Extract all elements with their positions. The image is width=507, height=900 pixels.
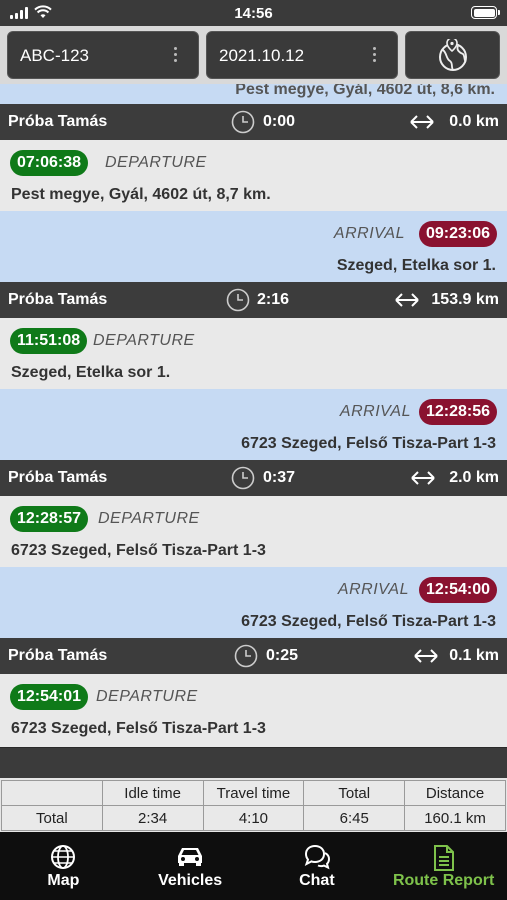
- drive-duration: 0:00: [263, 113, 296, 130]
- arrival-label: ARRIVAL: [333, 225, 405, 242]
- departure-address: Pest megye, Gyál, 4602 út, 8,7 km.: [11, 186, 271, 203]
- arrival-event[interactable]: ARRIVAL 12:28:56 6723 Szeged, Felső Tisz…: [0, 389, 507, 460]
- tab-chat-label: Chat: [299, 872, 335, 889]
- vehicle-selector-value: ABC-123: [20, 46, 89, 65]
- driver-name: Próba Tamás: [8, 647, 108, 664]
- battery-icon: [471, 6, 500, 19]
- tab-map[interactable]: Map: [0, 832, 127, 900]
- globe-pin-icon: [439, 39, 467, 71]
- drive-distance: 0.0 km: [449, 113, 499, 130]
- summary-header-cell: Travel time: [202, 780, 305, 806]
- more-vertical-icon: [174, 47, 178, 62]
- drive-distance: 2.0 km: [449, 469, 499, 486]
- arrival-event[interactable]: ARRIVAL 12:54:00 6723 Szeged, Felső Tisz…: [0, 567, 507, 638]
- distance-arrows-icon: [411, 471, 435, 485]
- status-bar: 14:56: [0, 0, 507, 26]
- summary-total-row: Total 2:34 4:10 6:45 160.1 km: [1, 805, 506, 831]
- drive-duration: 0:37: [263, 469, 296, 486]
- vehicle-selector[interactable]: ABC-123: [7, 31, 199, 79]
- clock-icon: [226, 288, 250, 312]
- driver-name: Próba Tamás: [8, 469, 108, 486]
- summary-header-cell: Distance: [404, 780, 506, 806]
- drive-duration: 0:25: [266, 647, 299, 664]
- tab-map-label: Map: [47, 872, 80, 889]
- arrival-label: ARRIVAL: [339, 403, 411, 420]
- driver-name: Próba Tamás: [8, 113, 108, 130]
- arrival-event[interactable]: ARRIVAL 09:23:06 Szeged, Etelka sor 1.: [0, 211, 507, 282]
- arrival-time-badge: 09:23:06: [418, 221, 497, 247]
- globe-icon: [51, 845, 76, 869]
- summary-cell: 2:34: [101, 805, 204, 831]
- summary-cell: Total: [1, 805, 103, 831]
- departure-address: Szeged, Etelka sor 1.: [11, 364, 171, 381]
- chat-bubbles-icon: [304, 844, 330, 870]
- map-location-button[interactable]: [405, 31, 500, 79]
- departure-address: 6723 Szeged, Felső Tisza-Part 1-3: [11, 720, 266, 737]
- departure-address: 6723 Szeged, Felső Tisza-Part 1-3: [11, 542, 266, 559]
- summary-cell: 6:45: [303, 805, 406, 831]
- tab-vehicles-label: Vehicles: [158, 872, 223, 889]
- departure-event[interactable]: 11:51:08 DEPARTURE Szeged, Etelka sor 1.: [0, 318, 507, 389]
- distance-arrows-icon: [414, 649, 438, 663]
- partial-arrival-address: Pest megye, Gyál, 4602 út, 8,6 km.: [0, 84, 507, 104]
- departure-label: DEPARTURE: [105, 154, 207, 171]
- summary-header-cell: [1, 780, 103, 806]
- arrival-address: 6723 Szeged, Felső Tisza-Part 1-3: [241, 435, 496, 452]
- departure-time-badge: 11:51:08: [10, 328, 88, 354]
- status-time: 14:56: [234, 5, 273, 22]
- departure-event[interactable]: 07:06:38 DEPARTURE Pest megye, Gyál, 460…: [0, 140, 507, 211]
- bottom-tab-bar: Map Vehicles Chat Route Report: [0, 832, 507, 900]
- departure-label: DEPARTURE: [98, 510, 200, 527]
- summary-cell: 160.1 km: [404, 805, 506, 831]
- tab-route-report[interactable]: Route Report: [380, 832, 507, 900]
- departure-time-badge: 12:54:01: [10, 684, 89, 710]
- summary-header-row: Idle time Travel time Total Distance: [1, 780, 506, 806]
- departure-time-badge: 12:28:57: [10, 506, 89, 532]
- distance-arrows-icon: [395, 293, 419, 307]
- drive-summary-row[interactable]: Próba Tamás 0:00 0.0 km: [0, 104, 507, 140]
- route-event-list[interactable]: Pest megye, Gyál, 4602 út, 8,6 km. Próba…: [0, 84, 507, 747]
- top-toolbar: ABC-123 2021.10.12: [0, 26, 507, 84]
- driver-name: Próba Tamás: [8, 291, 108, 308]
- tab-route-report-label: Route Report: [392, 872, 495, 889]
- more-vertical-icon: [373, 47, 377, 62]
- arrival-time-badge: 12:54:00: [418, 577, 497, 603]
- drive-summary-row[interactable]: Próba Tamás 0:25 0.1 km: [0, 638, 507, 674]
- route-summary-table: Idle time Travel time Total Distance Tot…: [0, 748, 507, 832]
- drive-duration: 2:16: [257, 291, 290, 308]
- drive-distance: 153.9 km: [431, 291, 499, 308]
- clock-icon: [231, 110, 255, 134]
- date-selector[interactable]: 2021.10.12: [206, 31, 398, 79]
- summary-header-cell: Idle time: [101, 780, 204, 806]
- departure-event[interactable]: 12:28:57 DEPARTURE 6723 Szeged, Felső Ti…: [0, 496, 507, 567]
- drive-distance: 0.1 km: [449, 647, 499, 664]
- distance-arrows-icon: [410, 115, 434, 129]
- clock-icon: [231, 466, 255, 490]
- arrival-address: Szeged, Etelka sor 1.: [336, 257, 496, 274]
- document-icon: [433, 845, 454, 871]
- departure-event[interactable]: 12:54:01 DEPARTURE 6723 Szeged, Felső Ti…: [0, 674, 507, 745]
- summary-header-cell: Total: [303, 780, 406, 806]
- list-footer-strip: [0, 748, 507, 778]
- drive-summary-row[interactable]: Próba Tamás 0:37 2.0 km: [0, 460, 507, 496]
- arrival-label: ARRIVAL: [337, 581, 409, 598]
- arrival-time-badge: 12:28:56: [418, 399, 497, 425]
- summary-cell: 4:10: [202, 805, 305, 831]
- clock-icon: [234, 644, 258, 668]
- car-icon: [178, 848, 203, 866]
- summary-table: Idle time Travel time Total Distance Tot…: [1, 780, 506, 831]
- departure-time-badge: 07:06:38: [10, 150, 89, 176]
- date-selector-value: 2021.10.12: [219, 46, 305, 65]
- departure-label: DEPARTURE: [96, 688, 198, 705]
- departure-label: DEPARTURE: [93, 332, 195, 349]
- tab-chat[interactable]: Chat: [254, 832, 381, 900]
- tab-vehicles[interactable]: Vehicles: [127, 832, 254, 900]
- arrival-address: 6723 Szeged, Felső Tisza-Part 1-3: [241, 613, 496, 630]
- drive-summary-row[interactable]: Próba Tamás 2:16 153.9 km: [0, 282, 507, 318]
